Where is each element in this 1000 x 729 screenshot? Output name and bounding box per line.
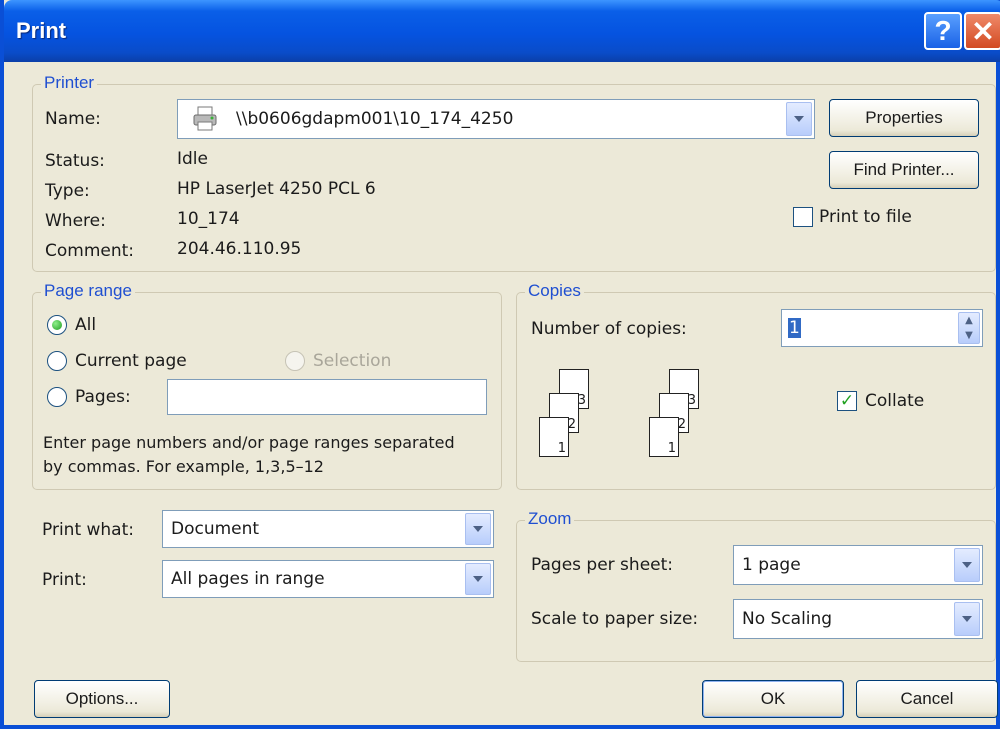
cancel-button[interactable]: Cancel — [856, 680, 998, 718]
print-to-file-label[interactable]: Print to file — [819, 207, 912, 227]
current-page-radio-label[interactable]: Current page — [75, 351, 187, 371]
status-label: Status: — [45, 151, 105, 171]
find-printer-button[interactable]: Find Printer... — [829, 151, 979, 189]
pages-per-sheet-label: Pages per sheet: — [531, 555, 674, 575]
all-radio[interactable] — [47, 315, 67, 335]
comment-label: Comment: — [45, 241, 135, 261]
printer-name-select[interactable]: \\b0606gdapm001\10_174_4250 — [177, 99, 815, 139]
printer-name-dropdown-arrow-icon[interactable] — [786, 102, 812, 136]
pages-radio[interactable] — [47, 387, 67, 407]
page-range-group: Page range All Current page Selection Pa… — [32, 281, 502, 490]
page-range-group-label: Page range — [41, 281, 135, 301]
print-value: All pages in range — [171, 569, 325, 589]
dialog-title: Print — [16, 18, 67, 43]
print-dropdown-arrow-icon[interactable] — [465, 563, 491, 595]
title-bar[interactable]: Print ? ✕ — [4, 0, 1000, 62]
printer-name-value: \\b0606gdapm001\10_174_4250 — [236, 109, 514, 129]
print-what-select[interactable]: Document — [162, 510, 494, 548]
printer-icon — [192, 105, 220, 138]
print-what-dropdown-arrow-icon[interactable] — [465, 513, 491, 545]
ok-button[interactable]: OK — [702, 680, 844, 718]
scale-to-paper-size-value: No Scaling — [742, 609, 833, 629]
print-label: Print: — [42, 570, 87, 590]
zoom-group-label: Zoom — [525, 509, 575, 529]
pages-per-sheet-select[interactable]: 1 page — [733, 545, 983, 585]
help-button[interactable]: ? — [924, 12, 962, 50]
selection-radio[interactable] — [285, 351, 305, 371]
zoom-group: Zoom Pages per sheet: 1 page Scale to pa… — [516, 509, 996, 662]
printer-group-label: Printer — [41, 73, 98, 93]
pages-input[interactable] — [167, 379, 487, 415]
print-dialog: Print ? ✕ Printer Name: \\b0606gdapm001\… — [0, 0, 1000, 729]
where-value: 10_174 — [177, 209, 240, 229]
type-label: Type: — [45, 181, 90, 201]
page-range-hint-line2: by commas. For example, 1,3,5–12 — [43, 457, 324, 476]
copies-spinner-icon[interactable]: ▲ ▼ — [958, 312, 980, 344]
scale-to-paper-size-label: Scale to paper size: — [531, 609, 699, 629]
pages-per-sheet-value: 1 page — [742, 555, 801, 575]
scale-dropdown-arrow-icon[interactable] — [954, 602, 980, 636]
print-what-value: Document — [171, 519, 260, 539]
collate-label[interactable]: Collate — [865, 391, 924, 411]
pages-radio-label[interactable]: Pages: — [75, 387, 131, 407]
current-page-radio[interactable] — [47, 351, 67, 371]
scale-to-paper-size-select[interactable]: No Scaling — [733, 599, 983, 639]
options-button[interactable]: Options... — [34, 680, 170, 718]
comment-value: 204.46.110.95 — [177, 239, 302, 259]
printer-name-label: Name: — [45, 109, 101, 129]
properties-button[interactable]: Properties — [829, 99, 979, 137]
copies-group-label: Copies — [525, 281, 584, 301]
all-radio-label[interactable]: All — [75, 315, 96, 335]
number-of-copies-label: Number of copies: — [531, 319, 687, 339]
copies-group: Copies Number of copies: 1 ▲ ▼ 3 2 1 3 2 … — [516, 281, 996, 490]
number-of-copies-value: 1 — [788, 318, 801, 338]
selection-radio-label[interactable]: Selection — [313, 351, 391, 371]
number-of-copies-input[interactable]: 1 ▲ ▼ — [781, 309, 983, 347]
print-to-file-checkbox[interactable] — [793, 207, 813, 227]
type-value: HP LaserJet 4250 PCL 6 — [177, 179, 376, 199]
collate-checkbox[interactable]: ✓ — [837, 391, 857, 411]
page-range-hint-line1: Enter page numbers and/or page ranges se… — [43, 433, 455, 452]
printer-group: Printer Name: \\b0606gdapm001\10_174_425… — [32, 73, 996, 272]
pages-per-sheet-dropdown-arrow-icon[interactable] — [954, 548, 980, 582]
print-what-label: Print what: — [42, 520, 134, 540]
print-select[interactable]: All pages in range — [162, 560, 494, 598]
status-value: Idle — [177, 149, 208, 169]
close-button[interactable]: ✕ — [964, 12, 1000, 50]
where-label: Where: — [45, 211, 106, 231]
